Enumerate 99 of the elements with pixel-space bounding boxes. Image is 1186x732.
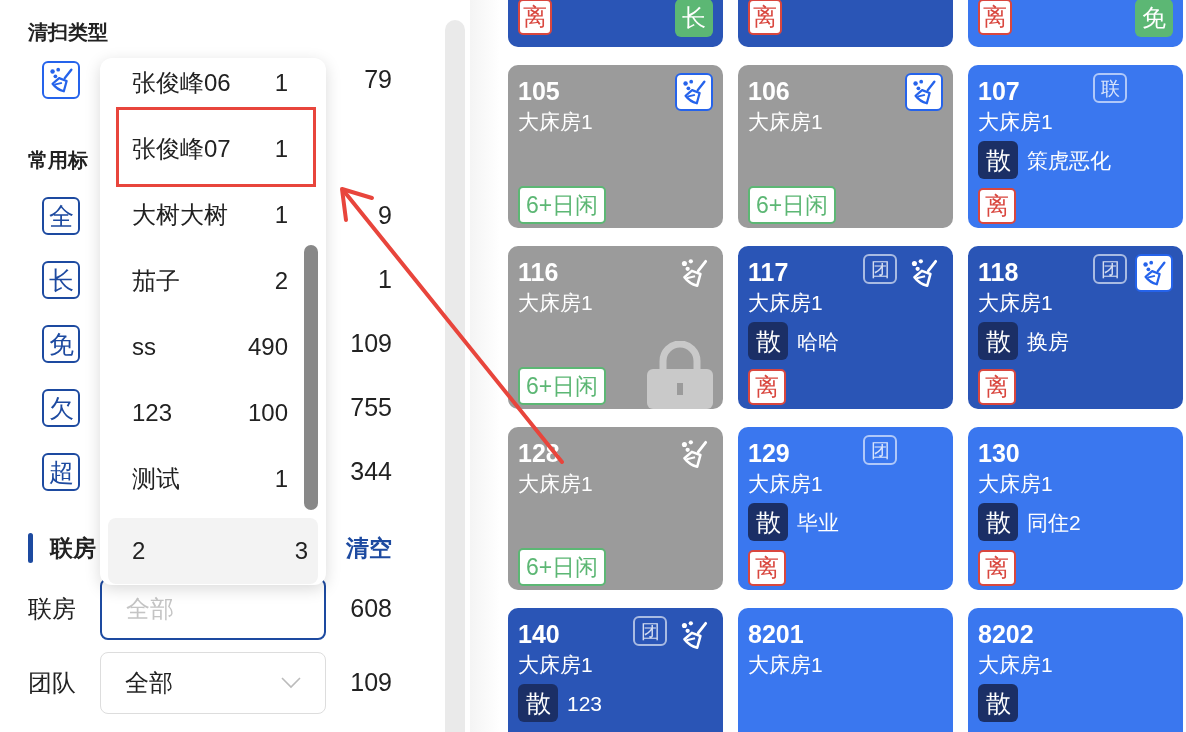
tag-badge: 团 bbox=[863, 254, 897, 284]
room-card[interactable]: 107 联 大床房1 散 策虎恶化 离 bbox=[968, 65, 1183, 228]
room-number: 130 bbox=[978, 438, 1020, 469]
leave-badge: 离 bbox=[978, 550, 1016, 586]
room-card[interactable]: 140 团 大床房1 散 123 bbox=[508, 608, 723, 732]
tag-badge: 免 bbox=[42, 325, 80, 363]
dropdown-item[interactable]: 张俊峰07 1 bbox=[108, 116, 298, 182]
count-text: 109 bbox=[350, 667, 392, 699]
section-title: 清扫类型 bbox=[28, 20, 109, 45]
select-field[interactable]: 全部 bbox=[100, 652, 326, 714]
scrollbar-track[interactable] bbox=[445, 20, 465, 732]
room-type: 大床房1 bbox=[748, 290, 824, 316]
count-text: 608 bbox=[350, 593, 392, 625]
room-number: 118 bbox=[978, 257, 1019, 288]
guest-name: 同住2 bbox=[1027, 511, 1081, 533]
room-number: 105 bbox=[518, 76, 560, 107]
room-type: 大床房1 bbox=[978, 471, 1054, 497]
section-title: 常用标 bbox=[28, 148, 88, 173]
count-text: 755 bbox=[350, 392, 392, 424]
room-card[interactable]: 离 免 bbox=[968, 0, 1183, 47]
tag-badge: 欠 bbox=[42, 389, 80, 427]
guest-badge: 散 bbox=[518, 684, 558, 722]
guest-name: 换房 bbox=[1027, 330, 1069, 352]
count-text: 109 bbox=[350, 328, 392, 360]
scrollbar-thumb[interactable] bbox=[304, 245, 318, 510]
tag-badge: 团 bbox=[633, 616, 667, 646]
idle-badge: 6+日闲 bbox=[748, 186, 837, 224]
dropdown-item[interactable]: 123 100 bbox=[108, 380, 298, 446]
room-card[interactable]: 117 团 大床房1 散 哈哈 离 bbox=[738, 246, 953, 409]
field-label: 联房 bbox=[28, 594, 77, 624]
count-text: 344 bbox=[350, 456, 392, 488]
idle-badge: 6+日闲 bbox=[518, 186, 607, 224]
room-number: 116 bbox=[518, 257, 559, 288]
room-card[interactable]: 129 团 大床房1 散 毕业 离 bbox=[738, 427, 953, 590]
guest-name: 毕业 bbox=[797, 511, 839, 533]
leave-badge: 离 bbox=[978, 369, 1016, 405]
tag-badge: 团 bbox=[863, 435, 897, 465]
tag-badge: 超 bbox=[42, 453, 80, 491]
clear-button[interactable]: 清空 bbox=[346, 530, 392, 566]
guest-badge: 散 bbox=[748, 322, 788, 360]
room-number: 8202 bbox=[978, 619, 1034, 650]
room-card[interactable]: 130 大床房1 散 同住2 离 bbox=[968, 427, 1183, 590]
dropdown-item[interactable]: 2 3 bbox=[108, 518, 318, 584]
room-type: 大床房1 bbox=[518, 652, 594, 678]
guest-badge: 散 bbox=[748, 503, 788, 541]
leave-badge: 离 bbox=[748, 369, 786, 405]
leave-badge: 离 bbox=[978, 0, 1012, 35]
room-number: 129 bbox=[748, 438, 790, 469]
idle-badge: 6+日闲 bbox=[518, 548, 607, 586]
leave-badge: 离 bbox=[978, 188, 1016, 224]
dropdown-item[interactable]: 大树大树 1 bbox=[108, 182, 298, 248]
room-number: 117 bbox=[748, 257, 789, 288]
room-type: 大床房1 bbox=[518, 471, 594, 497]
room-number: 107 bbox=[978, 76, 1020, 107]
idle-badge: 6+日闲 bbox=[518, 367, 607, 405]
guest-name: 策虎恶化 bbox=[1027, 149, 1111, 171]
tag-badge: 全 bbox=[42, 197, 80, 235]
section-marker bbox=[28, 533, 33, 563]
room-type: 大床房1 bbox=[518, 290, 594, 316]
room-type: 大床房1 bbox=[748, 471, 824, 497]
room-type: 大床房1 bbox=[748, 109, 824, 135]
corner-badge: 长 bbox=[675, 0, 713, 37]
guest-badge: 散 bbox=[978, 141, 1018, 179]
count-text: 79 bbox=[364, 64, 392, 96]
corner-badge: 免 bbox=[1135, 0, 1173, 37]
guest-badge: 散 bbox=[978, 684, 1018, 722]
room-card[interactable]: 离 bbox=[738, 0, 953, 47]
dropdown-item[interactable]: ss 490 bbox=[108, 314, 298, 380]
room-number: 106 bbox=[748, 76, 790, 107]
guest-badge: 散 bbox=[978, 322, 1018, 360]
section-title: 联房 bbox=[50, 533, 96, 563]
room-type: 大床房1 bbox=[978, 109, 1054, 135]
room-type: 大床房1 bbox=[978, 652, 1054, 678]
room-type: 大床房1 bbox=[978, 290, 1054, 316]
room-card[interactable]: 8201 大床房1 bbox=[738, 608, 953, 732]
room-card[interactable]: 118 团 大床房1 散 换房 离 bbox=[968, 246, 1183, 409]
room-card[interactable]: 离 长 bbox=[508, 0, 723, 47]
guest-name: 哈哈 bbox=[797, 330, 839, 352]
guest-name: 123 bbox=[567, 692, 603, 714]
tag-badge: 长 bbox=[42, 261, 80, 299]
dropdown-item[interactable]: 茄子 2 bbox=[108, 248, 298, 314]
field-label: 团队 bbox=[28, 668, 77, 698]
dropdown-item[interactable]: 张俊峰06 1 bbox=[108, 50, 298, 116]
guest-badge: 散 bbox=[978, 503, 1018, 541]
room-type: 大床房1 bbox=[518, 109, 594, 135]
room-card[interactable]: 8202 大床房1 散 bbox=[968, 608, 1183, 732]
dropdown-item[interactable]: 测试 1 bbox=[108, 446, 298, 512]
leave-badge: 离 bbox=[748, 0, 782, 35]
leave-badge: 离 bbox=[518, 0, 552, 35]
tag-badge: 团 bbox=[1093, 254, 1127, 284]
tag-badge: 联 bbox=[1093, 73, 1127, 103]
room-number: 8201 bbox=[748, 619, 804, 650]
count-text: 1 bbox=[378, 264, 392, 296]
chevron-down-icon bbox=[281, 677, 301, 689]
count-text: 9 bbox=[378, 200, 392, 232]
broom-icon bbox=[42, 61, 80, 99]
leave-badge: 离 bbox=[748, 550, 786, 586]
room-number: 140 bbox=[518, 619, 560, 650]
room-type: 大床房1 bbox=[748, 652, 824, 678]
